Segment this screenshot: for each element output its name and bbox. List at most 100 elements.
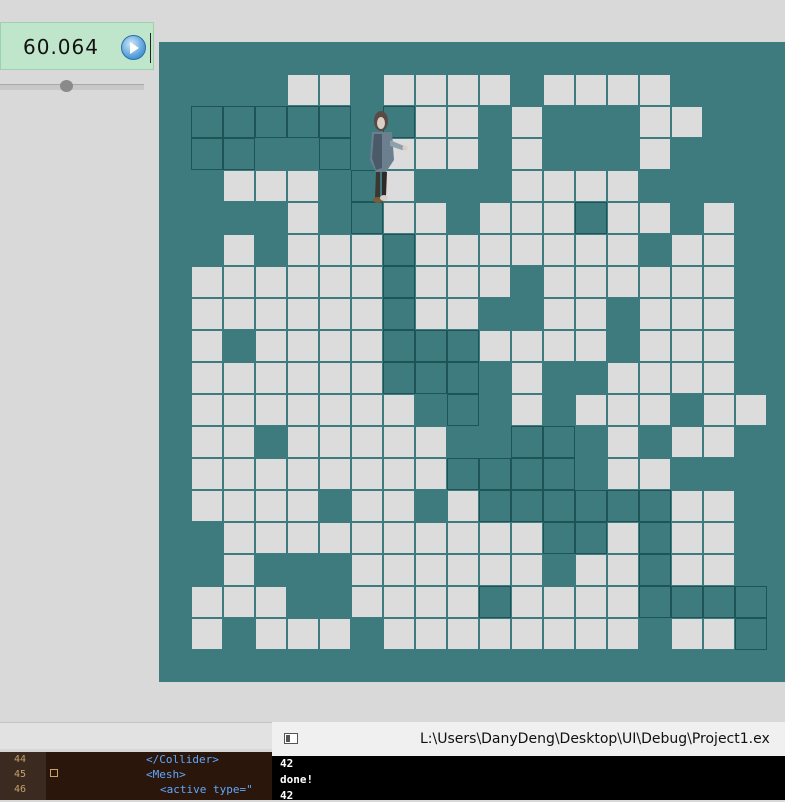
floor-tile[interactable] [575, 330, 607, 362]
floor-tile[interactable] [543, 74, 575, 106]
floor-tile[interactable] [319, 394, 351, 426]
floor-tile[interactable] [511, 330, 543, 362]
floor-tile[interactable] [575, 554, 607, 586]
path-cell[interactable] [287, 106, 319, 138]
floor-tile[interactable] [191, 330, 223, 362]
floor-tile[interactable] [575, 394, 607, 426]
floor-tile[interactable] [511, 138, 543, 170]
path-cell[interactable] [543, 458, 575, 490]
floor-tile[interactable] [351, 266, 383, 298]
path-cell[interactable] [191, 138, 223, 170]
floor-tile[interactable] [351, 586, 383, 618]
floor-tile[interactable] [319, 74, 351, 106]
floor-tile[interactable] [607, 362, 639, 394]
floor-tile[interactable] [543, 202, 575, 234]
floor-tile[interactable] [575, 170, 607, 202]
path-cell[interactable] [575, 522, 607, 554]
floor-tile[interactable] [415, 234, 447, 266]
floor-tile[interactable] [255, 394, 287, 426]
path-cell[interactable] [191, 106, 223, 138]
floor-tile[interactable] [607, 74, 639, 106]
floor-tile[interactable] [607, 618, 639, 650]
floor-tile[interactable] [479, 74, 511, 106]
floor-tile[interactable] [639, 458, 671, 490]
path-cell[interactable] [639, 490, 671, 522]
floor-tile[interactable] [671, 362, 703, 394]
floor-tile[interactable] [575, 74, 607, 106]
floor-tile[interactable] [415, 554, 447, 586]
floor-tile[interactable] [639, 138, 671, 170]
floor-tile[interactable] [511, 394, 543, 426]
path-cell[interactable] [511, 426, 543, 458]
floor-tile[interactable] [383, 618, 415, 650]
floor-tile[interactable] [671, 426, 703, 458]
floor-tile[interactable] [191, 426, 223, 458]
floor-tile[interactable] [383, 586, 415, 618]
floor-tile[interactable] [575, 586, 607, 618]
path-cell[interactable] [607, 490, 639, 522]
path-cell[interactable] [639, 522, 671, 554]
path-cell[interactable] [383, 234, 415, 266]
floor-tile[interactable] [639, 298, 671, 330]
floor-tile[interactable] [639, 330, 671, 362]
floor-tile[interactable] [319, 330, 351, 362]
floor-tile[interactable] [287, 266, 319, 298]
floor-tile[interactable] [671, 330, 703, 362]
floor-tile[interactable] [447, 586, 479, 618]
floor-tile[interactable] [703, 266, 735, 298]
floor-tile[interactable] [255, 490, 287, 522]
floor-tile[interactable] [703, 394, 735, 426]
floor-tile[interactable] [287, 362, 319, 394]
floor-tile[interactable] [511, 586, 543, 618]
floor-tile[interactable] [223, 234, 255, 266]
floor-tile[interactable] [607, 586, 639, 618]
path-cell[interactable] [447, 458, 479, 490]
floor-tile[interactable] [639, 202, 671, 234]
floor-tile[interactable] [703, 618, 735, 650]
path-cell[interactable] [479, 586, 511, 618]
floor-tile[interactable] [575, 234, 607, 266]
floor-tile[interactable] [415, 266, 447, 298]
play-icon[interactable] [121, 35, 146, 60]
floor-tile[interactable] [607, 522, 639, 554]
floor-tile[interactable] [735, 394, 767, 426]
floor-tile[interactable] [223, 362, 255, 394]
floor-tile[interactable] [383, 458, 415, 490]
floor-tile[interactable] [319, 266, 351, 298]
floor-tile[interactable] [191, 266, 223, 298]
console-titlebar[interactable]: L:\Users\DanyDeng\Desktop\UI\Debug\Proje… [272, 722, 785, 756]
path-cell[interactable] [319, 138, 351, 170]
floor-tile[interactable] [415, 458, 447, 490]
path-cell[interactable] [479, 458, 511, 490]
floor-tile[interactable] [607, 458, 639, 490]
floor-tile[interactable] [447, 74, 479, 106]
path-cell[interactable] [415, 362, 447, 394]
floor-tile[interactable] [223, 586, 255, 618]
floor-tile[interactable] [223, 266, 255, 298]
floor-tile[interactable] [415, 138, 447, 170]
floor-tile[interactable] [383, 490, 415, 522]
floor-tile[interactable] [511, 202, 543, 234]
floor-tile[interactable] [287, 618, 319, 650]
floor-tile[interactable] [511, 362, 543, 394]
floor-tile[interactable] [511, 106, 543, 138]
floor-tile[interactable] [703, 362, 735, 394]
floor-tile[interactable] [543, 298, 575, 330]
floor-tile[interactable] [479, 554, 511, 586]
floor-tile[interactable] [639, 362, 671, 394]
floor-tile[interactable] [223, 554, 255, 586]
floor-tile[interactable] [703, 298, 735, 330]
floor-tile[interactable] [511, 554, 543, 586]
floor-tile[interactable] [223, 426, 255, 458]
floor-tile[interactable] [479, 266, 511, 298]
path-cell[interactable] [671, 586, 703, 618]
floor-tile[interactable] [319, 298, 351, 330]
floor-tile[interactable] [319, 618, 351, 650]
floor-tile[interactable] [447, 522, 479, 554]
floor-tile[interactable] [447, 618, 479, 650]
floor-tile[interactable] [671, 490, 703, 522]
path-cell[interactable] [383, 362, 415, 394]
path-cell[interactable] [511, 490, 543, 522]
floor-tile[interactable] [703, 234, 735, 266]
path-cell[interactable] [223, 106, 255, 138]
